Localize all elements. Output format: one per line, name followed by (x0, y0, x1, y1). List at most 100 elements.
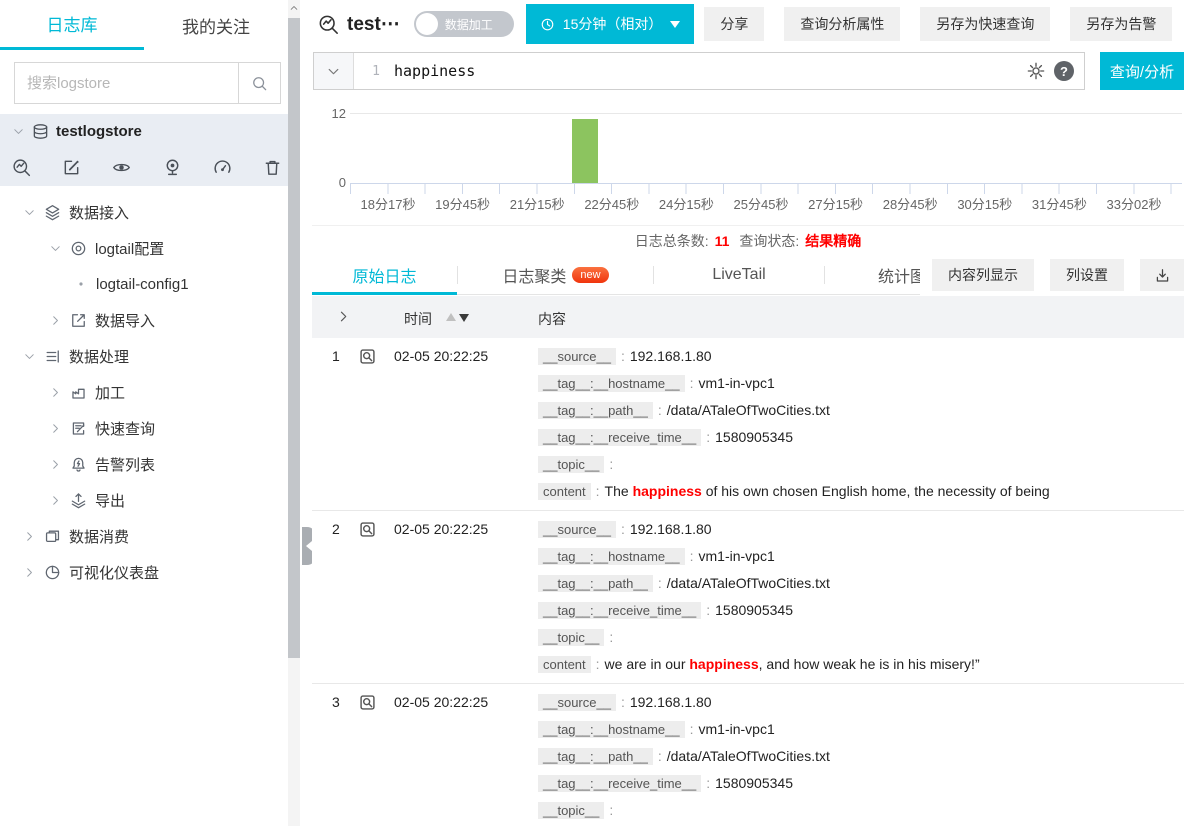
sidebar-scrollbar[interactable] (288, 0, 300, 826)
chevron-down-icon[interactable] (12, 125, 25, 138)
gauge-icon[interactable] (213, 158, 232, 177)
sort-icons[interactable] (446, 313, 469, 322)
editor-collapse-icon[interactable] (314, 53, 354, 89)
field-colon: : (689, 721, 694, 737)
log-field-key[interactable]: __tag__:__path__ (538, 575, 653, 592)
result-tab-2[interactable]: LiveTail (654, 255, 824, 294)
log-field-key[interactable]: __topic__ (538, 802, 605, 819)
topbar-actions: 分享 查询分析属性 另存为快速查询 另存为告警 (694, 7, 1173, 41)
topbar-button-2[interactable]: 另存为快速查询 (920, 7, 1051, 41)
logstore-row[interactable]: testlogstore (0, 114, 300, 148)
log-field-key[interactable]: __topic__ (538, 456, 605, 473)
log-field-key[interactable]: __source__ (538, 694, 616, 711)
field-colon: : (595, 656, 600, 672)
tree-item-label: 数据消费 (69, 528, 130, 546)
log-field-key[interactable]: __tag__:__hostname__ (538, 375, 685, 392)
tree-item[interactable]: 加工 (0, 374, 300, 410)
log-field-key[interactable]: __tag__:__receive_time__ (538, 429, 702, 446)
tree-item[interactable]: 数据接入 (0, 194, 300, 230)
query-chart-icon[interactable] (12, 158, 31, 177)
log-field-key[interactable]: content (538, 483, 591, 500)
log-field: __tag__:__receive_time__:1580905345 (538, 597, 1184, 624)
export-icon (70, 492, 87, 509)
result-tab-0[interactable]: 原始日志 (312, 255, 457, 295)
x-tick-label: 24分15秒 (658, 197, 714, 212)
webcam-icon[interactable] (163, 158, 182, 177)
result-action-0[interactable]: 内容列显示 (932, 259, 1034, 291)
tab-logstore[interactable]: 日志库 (0, 0, 144, 50)
page-title: test⋯ (347, 13, 400, 35)
table-header: 时间 内容 (312, 296, 1184, 338)
log-field-key[interactable]: __tag__:__receive_time__ (538, 602, 702, 619)
data-processing-toggle[interactable]: 数据加工 (413, 11, 514, 37)
state-label: 查询状态: (739, 232, 800, 249)
query-editor[interactable]: 1 happiness ? (313, 52, 1085, 90)
query-input[interactable]: happiness (394, 62, 1027, 80)
help-icon[interactable]: ? (1054, 61, 1074, 81)
context-view-icon[interactable] (358, 693, 377, 712)
log-field-key[interactable]: __source__ (538, 521, 616, 538)
caret-down-icon (670, 21, 681, 33)
alarm-icon (70, 456, 87, 473)
field-value: /data/ATaleOfTwoCities.txt (666, 402, 830, 418)
log-field-key[interactable]: __tag__:__receive_time__ (538, 775, 702, 792)
scroll-up-icon[interactable] (288, 3, 300, 13)
x-tick-label: 28分45秒 (882, 197, 938, 212)
sort-asc-icon[interactable] (446, 313, 456, 321)
result-tab-label: 原始日志 (352, 268, 417, 286)
edit-icon[interactable] (62, 158, 81, 177)
tab-favorites[interactable]: 我的关注 (144, 0, 288, 50)
log-field-key[interactable]: content (538, 656, 591, 673)
chevron-right-icon (48, 386, 62, 399)
topbar: test⋯ 数据加工 15分钟（相对） 分享 查询分析属性 另存为快速查询 另存为告警 (312, 0, 1184, 48)
time-range-button[interactable]: 15分钟（相对） (525, 4, 695, 44)
log-field: __topic__: (538, 624, 1184, 651)
result-tab-1[interactable]: 日志聚类 new (458, 255, 653, 294)
log-field-key[interactable]: __source__ (538, 348, 616, 365)
toggle-knob (415, 13, 438, 35)
tree-item[interactable]: 数据处理 (0, 338, 300, 374)
tree-item-label: 加工 (95, 384, 126, 402)
log-field-key[interactable]: __topic__ (538, 629, 605, 646)
run-query-button[interactable]: 查询/分析 (1100, 52, 1184, 90)
scrollbar-thumb[interactable] (288, 18, 300, 658)
download-icon[interactable] (1140, 259, 1184, 291)
search-icon[interactable] (238, 63, 280, 103)
sort-desc-icon[interactable] (459, 313, 469, 322)
tree-item[interactable]: 可视化仪表盘 (0, 554, 300, 590)
expand-all-icon[interactable] (336, 309, 351, 324)
log-field-key[interactable]: __tag__:__path__ (538, 402, 653, 419)
tree-item[interactable]: 数据导入 (0, 302, 300, 338)
tree-item[interactable]: 告警列表 (0, 446, 300, 482)
bullet-icon (74, 278, 88, 290)
eye-icon[interactable] (112, 158, 131, 177)
trash-icon[interactable] (263, 158, 282, 177)
tree-item-label: 快速查询 (95, 420, 156, 438)
log-field-key[interactable]: __tag__:__hostname__ (538, 721, 685, 738)
tree-item[interactable]: 快速查询 (0, 410, 300, 446)
time-range-label: 15分钟（相对） (562, 16, 663, 32)
context-view-icon[interactable] (358, 520, 377, 539)
topbar-button-1[interactable]: 查询分析属性 (784, 7, 901, 41)
query-section: 1 happiness ? 查询/分析 (312, 52, 1184, 90)
topbar-button-3[interactable]: 另存为告警 (1070, 7, 1173, 41)
log-field: __tag__:__hostname__: vm1-in-vpc1 (538, 716, 1184, 743)
logstore-name: testlogstore (56, 122, 142, 140)
histogram-bar[interactable] (571, 119, 598, 183)
tree-item[interactable]: 数据消费 (0, 518, 300, 554)
tree-item[interactable]: logtail配置 (0, 230, 300, 266)
logstore-search-input[interactable] (15, 63, 238, 103)
column-time: 时间 (404, 311, 432, 327)
log-field: __source__:192.168.1.80 (538, 689, 1184, 716)
tree-item[interactable]: logtail-config1 (0, 266, 300, 302)
log-field-key[interactable]: __tag__:__path__ (538, 748, 653, 765)
settings-gear-icon[interactable] (1027, 62, 1045, 80)
topbar-button-0[interactable]: 分享 (704, 7, 765, 41)
tree-item[interactable]: 导出 (0, 482, 300, 518)
log-row: 1 02-05 20:22:25 __source__:192.168.1.80 __… (312, 338, 1184, 511)
context-view-icon[interactable] (358, 347, 377, 366)
result-action-1[interactable]: 列设置 (1050, 259, 1124, 291)
field-colon: : (706, 429, 711, 445)
chevron-right-icon (48, 494, 62, 507)
log-field-key[interactable]: __tag__:__hostname__ (538, 548, 685, 565)
